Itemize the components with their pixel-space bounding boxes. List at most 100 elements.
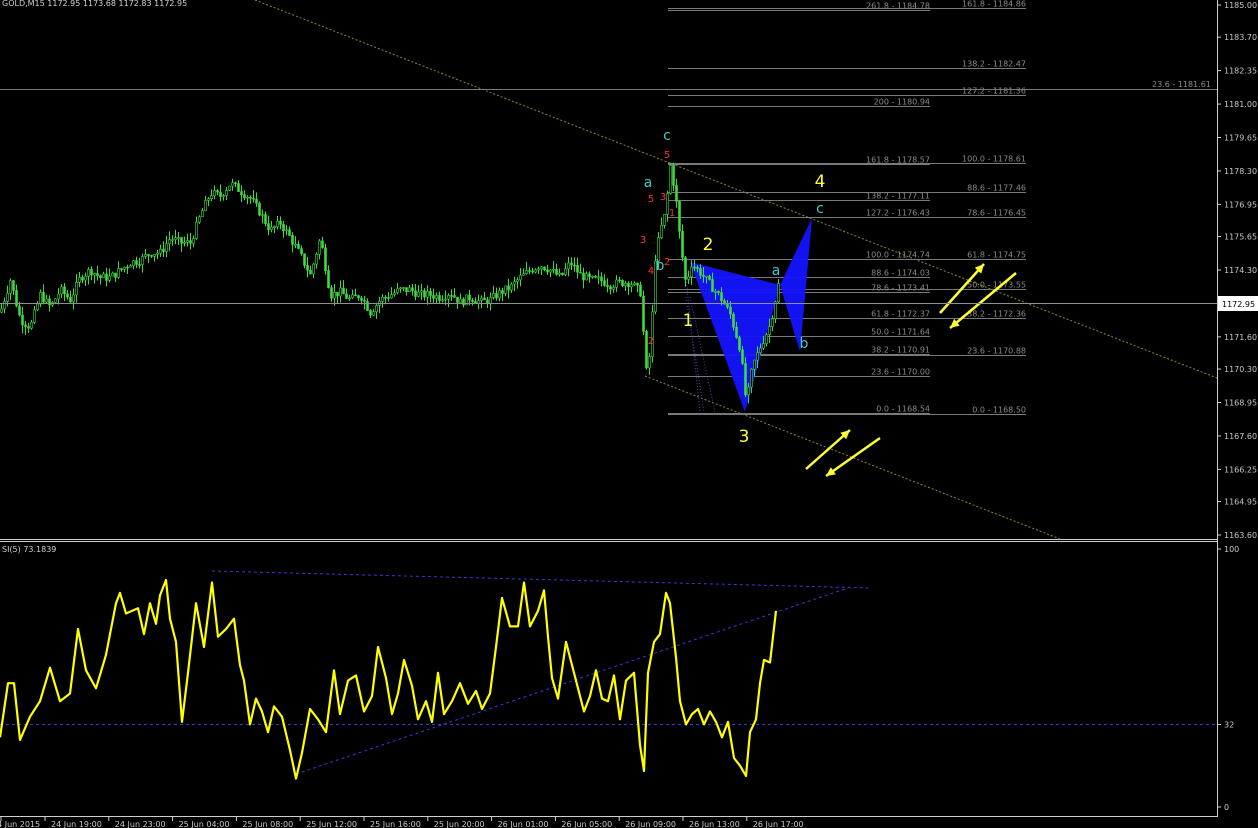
time-tick-label: 26 Jun 05:00 [561,820,612,828]
fib-left-label: 261.8 - 1184.78 [866,2,930,11]
candle-body [636,282,639,286]
candle-body [330,287,333,299]
candle-body [693,266,696,269]
fib-left-label: 0.0 - 1168.54 [876,405,930,414]
rsi-indicator [0,570,1217,780]
candle-body [681,230,684,258]
wave-label-5: 5 [648,194,654,205]
candle-body [414,290,417,297]
candle-body [615,279,618,288]
candle-body [39,292,42,305]
candle-body [285,229,288,232]
rsi-line [0,578,778,780]
candle-body [99,275,102,278]
candle-body [648,356,651,369]
wave-label-3: 3 [739,427,750,447]
rsi-tick-label: 100 [1224,545,1239,554]
fib-right-label: 0.0 - 1168.50 [972,406,1026,415]
candle-body [579,271,582,274]
candle-body [267,223,270,231]
time-tick-label: 26 Jun 17:00 [753,820,804,828]
candle-body [96,273,99,276]
fib-right-label: 88.6 - 1177.46 [967,184,1026,193]
candle-body [36,303,39,311]
candle-body [528,270,531,272]
candle-body [597,276,600,279]
fib-left-label: 61.8 - 1172.37 [871,310,930,319]
candle-body [741,349,744,364]
candle-body [588,273,591,278]
candle-body [357,295,360,299]
candle-body [102,273,105,278]
candle-body [279,220,282,225]
candle-body [366,301,369,311]
candle-body [447,295,450,300]
candle-body [555,268,558,275]
candle-body [72,294,75,303]
candle-body [537,268,540,271]
candle-body [309,270,312,275]
wave-label-2: 2 [664,257,670,268]
wave-label-1: 1 [669,208,675,219]
candle-body [630,284,633,287]
fibonacci-levels: 261.8 - 1184.78200 - 1180.94161.8 - 1178… [668,0,1026,415]
candle-body [63,286,66,295]
indicator-header: SI(5) 73.1839 [2,545,56,554]
candle-body [213,190,216,197]
candle-body [87,269,90,277]
candle-body [348,297,351,300]
candle-body [519,274,522,281]
candle-body [156,252,159,255]
wave-label-5: 5 [664,150,670,161]
candle-body [663,213,666,226]
time-tick-label: 25 Jun 16:00 [370,820,421,828]
candle-body [756,352,759,361]
candle-body [306,264,309,271]
wave-label-c: c [663,128,671,144]
candle-body [420,290,423,293]
candle-body [93,273,96,276]
time-tick-label: 26 Jun 09:00 [625,820,676,828]
candle-body [531,270,534,273]
candle-body [66,293,69,298]
candle-body [504,285,507,294]
current-price-label: 1172.95 [1222,300,1255,309]
candle-body [162,248,165,252]
price-tick-label: 1181.00 [1224,100,1257,109]
candle-body [612,287,615,290]
candle-body [498,290,501,299]
candle-body [129,265,132,268]
candle-body [714,291,717,293]
candle-body [495,293,498,299]
candle-body [300,248,303,255]
candle-body [450,295,453,297]
chart-canvas: 261.8 - 1184.78200 - 1180.94161.8 - 1178… [0,0,1258,828]
candle-body [168,239,171,245]
price-tick-label: 1185.00 [1224,1,1257,10]
fib-right-label: 38.2 - 1172.36 [967,310,1026,319]
candle-body [585,273,588,281]
candle-body [273,226,276,228]
candle-body [138,264,141,266]
candle-body [249,196,252,199]
candle-body [363,300,366,302]
candle-body [183,241,186,244]
candle-body [3,301,6,310]
candle-body [444,298,447,301]
candle-body [375,305,378,313]
candle-body [24,324,27,327]
candle-body [477,300,480,304]
candle-body [159,248,162,254]
candle-body [69,296,72,303]
candle-body [534,269,537,273]
candle-body [564,268,567,275]
candle-body [192,238,195,244]
candle-body [708,275,711,280]
candle-body [252,197,255,200]
candle-body [732,313,735,328]
fib-left-label: 38.2 - 1170.91 [871,346,930,355]
candle-body [753,359,756,370]
candle-body [42,292,45,303]
candle-body [621,280,624,286]
candle-body [123,266,126,270]
